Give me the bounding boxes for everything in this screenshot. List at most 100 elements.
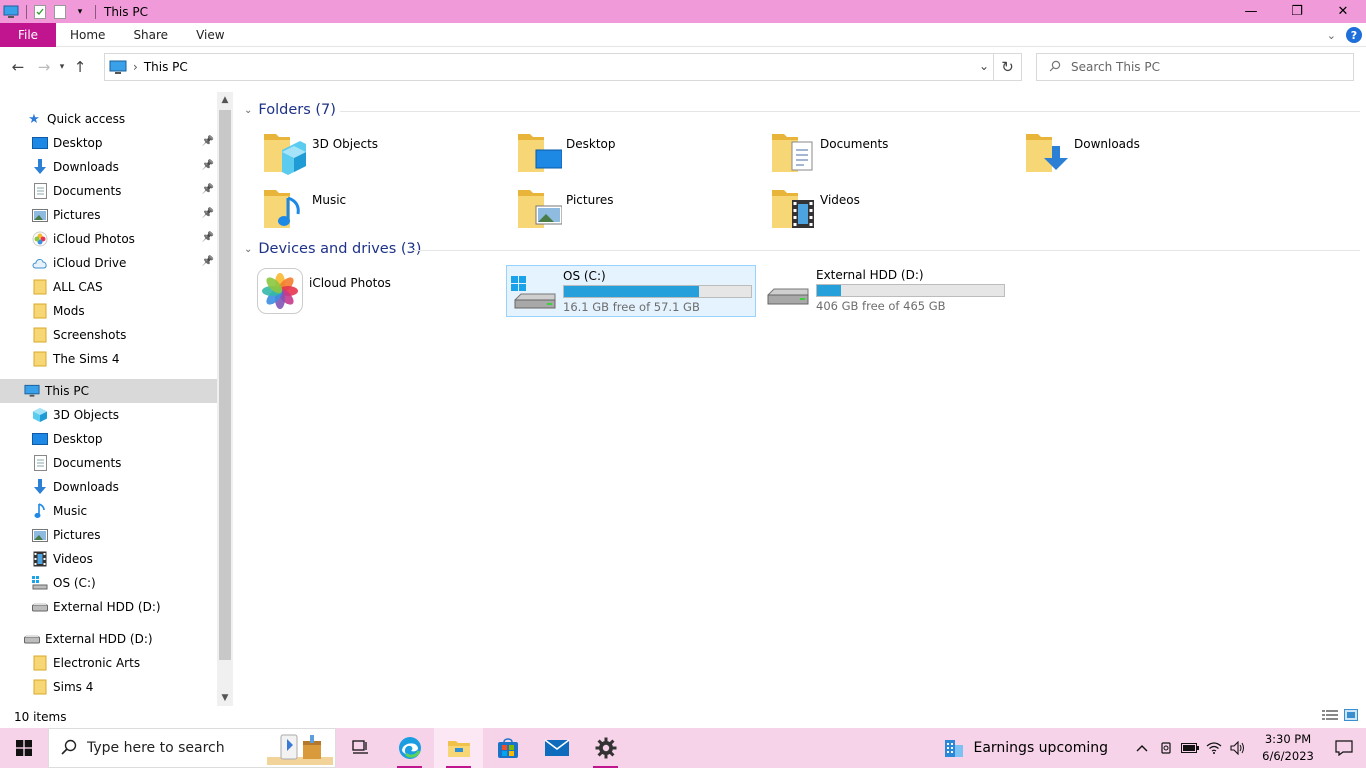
- volume-icon[interactable]: [1226, 741, 1250, 755]
- pictures-icon: [32, 207, 48, 223]
- properties-icon[interactable]: [31, 3, 49, 21]
- tab-home[interactable]: Home: [56, 23, 119, 47]
- meet-now-icon[interactable]: [1154, 741, 1178, 755]
- tab-share[interactable]: Share: [119, 23, 182, 47]
- sidebar-item-pc-videos[interactable]: Videos: [0, 547, 217, 571]
- taskbar-settings[interactable]: [581, 728, 630, 768]
- sidebar-item-this-pc[interactable]: This PC: [0, 379, 217, 403]
- up-button[interactable]: ↑: [69, 56, 91, 78]
- ribbon-tabs: File Home Share View ⌄ ?: [0, 22, 1366, 47]
- pictures-icon: [32, 527, 48, 543]
- help-icon[interactable]: ?: [1346, 27, 1362, 43]
- chevron-up-icon[interactable]: [1130, 744, 1154, 752]
- sidebar-item-qa-downloads[interactable]: Downloads 📌: [0, 155, 217, 179]
- search-input[interactable]: Search This PC: [1071, 60, 1160, 74]
- scrollbar-thumb[interactable]: [219, 110, 231, 660]
- sidebar-item-label: 3D Objects: [53, 408, 120, 422]
- sidebar-item-pc-external-hdd-d[interactable]: External HDD (D:): [0, 595, 217, 619]
- new-folder-icon[interactable]: [51, 3, 69, 21]
- device-icloud-photos[interactable]: iCloud Photos: [256, 266, 506, 318]
- folder-icon: [32, 679, 48, 695]
- sidebar-scrollbar[interactable]: ▲ ▼: [217, 92, 233, 706]
- folder-3d-objects[interactable]: 3D Objects: [260, 128, 510, 180]
- scroll-down-icon[interactable]: ▼: [217, 690, 233, 706]
- sidebar-item-pc-3d-objects[interactable]: 3D Objects: [0, 403, 217, 427]
- forward-button[interactable]: →: [33, 56, 55, 78]
- address-bar[interactable]: › This PC ⌄ ↻: [104, 53, 1022, 81]
- sidebar-item-label: Documents: [53, 184, 122, 198]
- start-button[interactable]: [0, 728, 48, 768]
- folder-desktop[interactable]: Desktop: [514, 128, 764, 180]
- notification-center-button[interactable]: [1322, 728, 1366, 768]
- taskbar-edge[interactable]: [385, 728, 434, 768]
- tab-view[interactable]: View: [182, 23, 238, 47]
- pin-icon: 📌: [201, 136, 214, 147]
- content-pane: ⌄ Folders (7) 3D Objects Desktop Documents…: [236, 92, 1366, 706]
- taskbar-search-input[interactable]: Type here to search: [87, 740, 225, 756]
- this-pc-icon[interactable]: [2, 3, 20, 21]
- devices-group-header[interactable]: ⌄ Devices and drives (3): [244, 241, 421, 257]
- sidebar-item-qa-icloud-drive[interactable]: iCloud Drive 📌: [0, 251, 217, 275]
- folder-videos[interactable]: Videos: [768, 184, 1018, 236]
- sidebar-item-pc-pictures[interactable]: Pictures: [0, 523, 217, 547]
- folder-label: Videos: [820, 193, 860, 207]
- sidebar-item-qa-icloud-photos[interactable]: iCloud Photos 📌: [0, 227, 217, 251]
- sidebar-item-qa-documents[interactable]: Documents 📌: [0, 179, 217, 203]
- sidebar-item-ext-sims-4[interactable]: Sims 4: [0, 675, 217, 699]
- minimize-button[interactable]: —: [1228, 0, 1274, 23]
- sidebar-item-pc-desktop[interactable]: Desktop: [0, 427, 217, 451]
- large-icons-view-icon[interactable]: [1344, 709, 1358, 724]
- back-button[interactable]: ←: [7, 56, 29, 78]
- sidebar-item-quick-access[interactable]: ★ Quick access: [0, 107, 217, 131]
- clock[interactable]: 3:30 PM 6/6/2023: [1254, 731, 1322, 765]
- chevron-down-icon[interactable]: ⌄: [244, 244, 252, 255]
- taskbar-file-explorer[interactable]: [434, 728, 483, 768]
- pin-icon: 📌: [201, 256, 214, 267]
- documents-icon: [32, 455, 48, 471]
- sidebar-item-pc-downloads[interactable]: Downloads: [0, 475, 217, 499]
- maximize-button[interactable]: ❐: [1274, 0, 1320, 23]
- sidebar-item-qa-screenshots[interactable]: Screenshots: [0, 323, 217, 347]
- sidebar-item-pc-documents[interactable]: Documents: [0, 451, 217, 475]
- sidebar-item-label: Pictures: [53, 528, 101, 542]
- folders-group-header[interactable]: ⌄ Folders (7): [244, 102, 336, 118]
- sidebar-item-pc-os-c[interactable]: OS (C:): [0, 571, 217, 595]
- sidebar-item-qa-pictures[interactable]: Pictures 📌: [0, 203, 217, 227]
- close-button[interactable]: ✕: [1320, 0, 1366, 23]
- folder-music[interactable]: Music: [260, 184, 510, 236]
- news-widget[interactable]: Earnings upcoming: [943, 737, 1108, 759]
- details-view-icon[interactable]: [1322, 709, 1338, 724]
- taskbar-store[interactable]: [483, 728, 532, 768]
- breadcrumb[interactable]: This PC: [144, 60, 188, 74]
- wifi-icon[interactable]: [1202, 742, 1226, 754]
- pin-icon: 📌: [201, 184, 214, 195]
- tab-file[interactable]: File: [0, 22, 56, 47]
- sidebar-item-qa-desktop[interactable]: Desktop 📌: [0, 131, 217, 155]
- task-view-button[interactable]: [336, 728, 385, 768]
- folder-documents[interactable]: Documents: [768, 128, 1018, 180]
- folder-icon: [32, 327, 48, 343]
- sidebar-item-ext-electronic-arts[interactable]: Electronic Arts: [0, 651, 217, 675]
- sidebar-item-qa-all-cas[interactable]: ALL CAS: [0, 275, 217, 299]
- chevron-down-icon[interactable]: ⌄: [244, 105, 252, 116]
- sidebar-item-external-hdd[interactable]: External HDD (D:): [0, 627, 217, 651]
- refresh-button[interactable]: ↻: [993, 54, 1021, 80]
- sidebar-item-qa-mods[interactable]: Mods: [0, 299, 217, 323]
- sidebar-item-label: OS (C:): [53, 576, 96, 590]
- expand-ribbon-icon[interactable]: ⌄: [1327, 29, 1336, 42]
- search-box[interactable]: Search This PC: [1036, 53, 1354, 81]
- recent-locations-button[interactable]: ▾: [55, 56, 69, 78]
- sidebar-item-pc-music[interactable]: Music: [0, 499, 217, 523]
- device-external-hdd[interactable]: External HDD (D:) 406 GB free of 465 GB: [760, 265, 1010, 317]
- device-os-c[interactable]: OS (C:) 16.1 GB free of 57.1 GB: [506, 265, 756, 317]
- folder-icon: [32, 279, 48, 295]
- scroll-up-icon[interactable]: ▲: [217, 92, 233, 108]
- folder-downloads[interactable]: Downloads: [1022, 128, 1272, 180]
- chevron-down-icon[interactable]: ⌄: [979, 59, 989, 73]
- folder-pictures[interactable]: Pictures: [514, 184, 764, 236]
- sidebar-item-qa-the-sims-4[interactable]: The Sims 4: [0, 347, 217, 371]
- taskbar-search[interactable]: Type here to search: [48, 728, 336, 768]
- battery-icon[interactable]: [1178, 743, 1202, 753]
- taskbar-mail[interactable]: [532, 728, 581, 768]
- customize-toolbar-icon[interactable]: ▾: [71, 3, 89, 21]
